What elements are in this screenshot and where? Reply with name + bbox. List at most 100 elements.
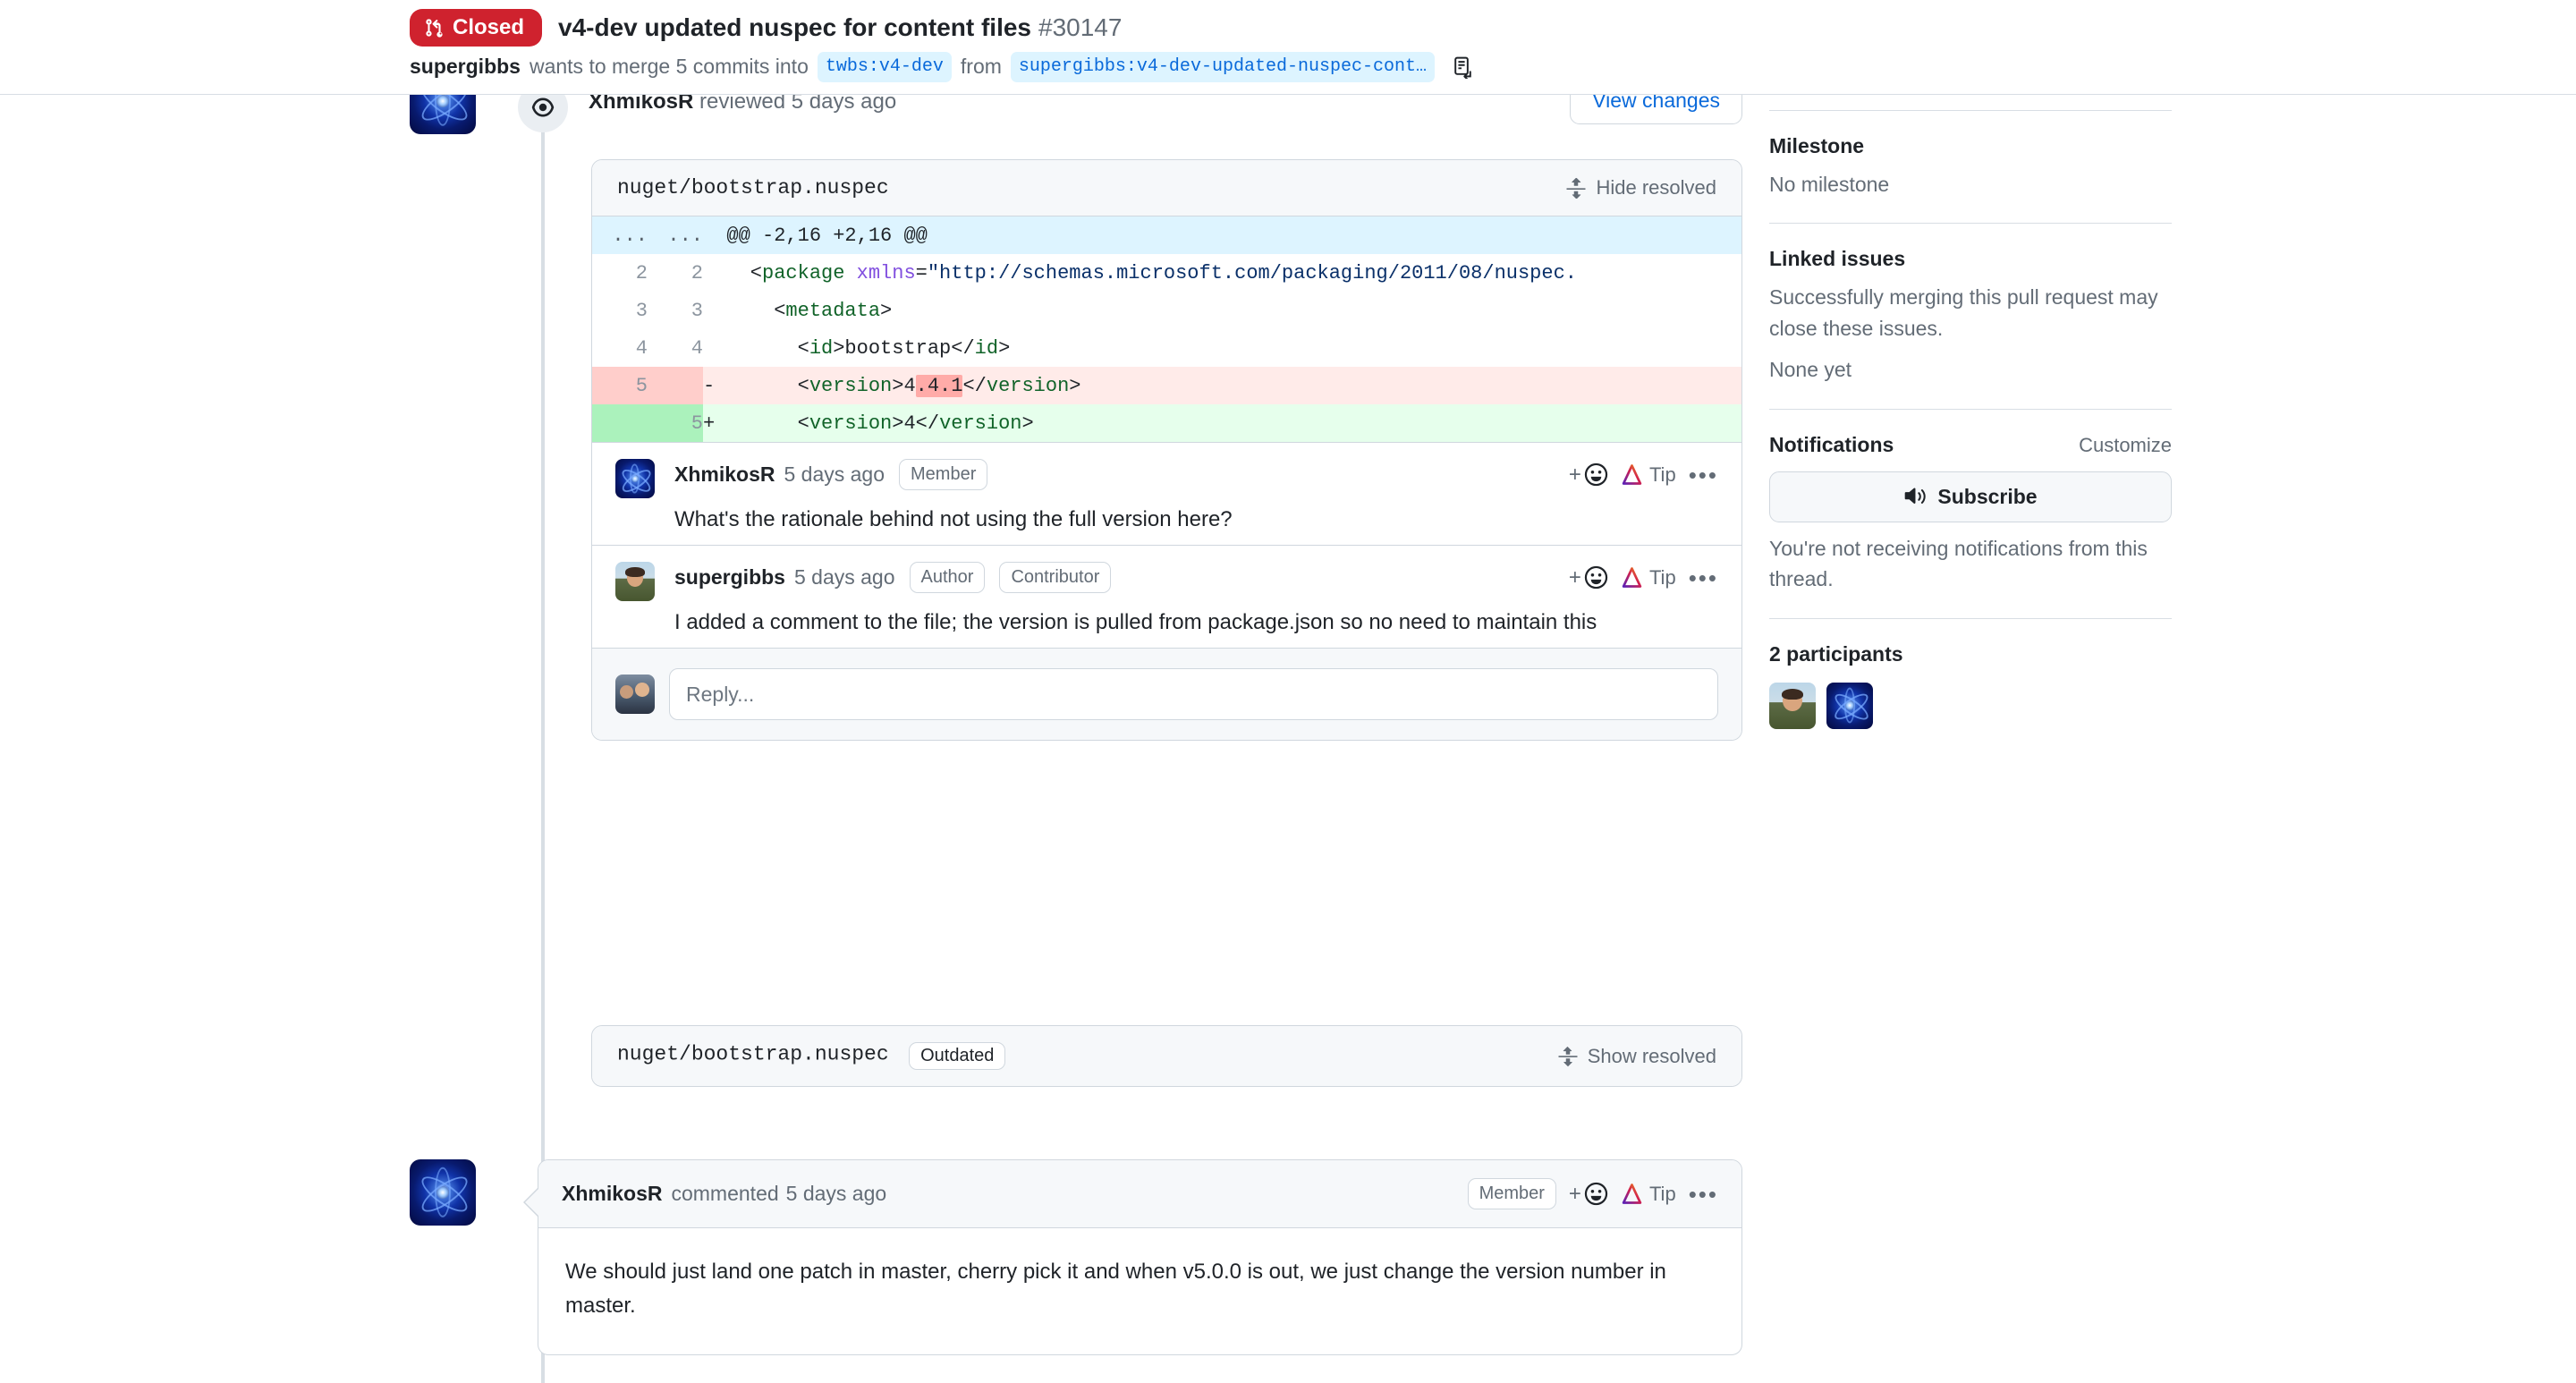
tip-button[interactable]: Tip (1621, 463, 1676, 487)
comment-body: We should just land one patch in master,… (565, 1260, 1666, 1319)
divider (1769, 408, 2172, 410)
comment-body-wrap: supergibbs 5 days ago Author Contributor + Ti… (674, 562, 1741, 639)
participant-avatar[interactable] (1769, 682, 1816, 729)
diff-token: version (939, 412, 1022, 435)
add-reaction-button[interactable]: + (1569, 1182, 1608, 1207)
diff-marker (703, 225, 726, 247)
avatar[interactable] (615, 562, 655, 602)
tip-icon (1622, 567, 1642, 589)
comment-author[interactable]: XhmikosR (674, 462, 775, 487)
comment-actions: + Tip ••• (1569, 462, 1718, 488)
diff-line-number-old: 2 (592, 254, 648, 292)
inline-comment: XhmikosR 5 days ago Member + Tip ••• What's th… (592, 442, 1741, 545)
merge-text-middle: from (960, 55, 1002, 79)
head-branch-chip[interactable]: supergibbs:v4-dev-updated-nuspec-cont… (1010, 52, 1435, 82)
comment-author[interactable]: supergibbs (674, 565, 785, 590)
diff-line-number-old: ... (592, 216, 648, 254)
diff-code: <metadata> (703, 292, 1741, 329)
tip-button[interactable]: Tip (1621, 566, 1676, 590)
comment-time: 5 days ago (784, 462, 886, 486)
comment-text: What's the rationale behind not using th… (674, 507, 1233, 531)
diff-token: < (726, 336, 809, 360)
diff-code: - <version>4.4.1</version> (703, 367, 1741, 404)
diff-token: xmlns (856, 261, 916, 284)
diff-token: < (726, 374, 809, 397)
hide-resolved-label: Hide resolved (1596, 176, 1716, 199)
diff-marker (703, 300, 726, 322)
pr-title-text: v4-dev updated nuspec for content files (558, 13, 1031, 42)
sidebar-linked-issues: Linked issues Successfully merging this … (1769, 247, 2172, 386)
diff-token: < (726, 412, 809, 435)
participant-avatar[interactable] (1826, 682, 1873, 729)
diff-line-number-old: 5 (592, 367, 648, 404)
fold-icon (1558, 1046, 1578, 1066)
diff-line-number-new: 5 (648, 404, 703, 442)
hide-resolved-toggle[interactable]: Hide resolved (1565, 176, 1716, 199)
tip-icon (1622, 1184, 1642, 1204)
page-body: XhmikosR reviewed 5 days ago View change… (0, 50, 2576, 1383)
avatar[interactable] (615, 675, 655, 715)
notifications-title: Notifications (1769, 432, 1894, 456)
comment-header: supergibbs 5 days ago Author Contributor + Ti… (674, 562, 1718, 594)
diff-line-number-old: 3 (592, 292, 648, 329)
comment-actions: Member + Tip ••• (1453, 1178, 1718, 1209)
base-branch-chip[interactable]: twbs:v4-dev (817, 52, 952, 82)
file-path[interactable]: nuget/bootstrap.nuspec (617, 176, 889, 199)
add-reaction-button[interactable]: + (1569, 462, 1608, 488)
tip-button[interactable]: Tip (1621, 1183, 1676, 1206)
role-badge: Contributor (999, 562, 1112, 594)
tip-label: Tip (1648, 1182, 1676, 1205)
comment-time: 5 days ago (793, 565, 895, 590)
pr-header: Closed v4-dev updated nuspec for content… (0, 0, 2576, 95)
diff-token: > (1069, 374, 1081, 397)
linked-issues-description: Successfully merging this pull request m… (1769, 285, 2158, 340)
diff-marker (703, 262, 726, 284)
avatar[interactable] (615, 459, 655, 498)
pr-merge-summary: supergibbs wants to merge 5 commits into… (410, 52, 1474, 82)
reply-input[interactable] (669, 668, 1718, 721)
diff-line-number-new: 3 (648, 292, 703, 329)
customize-link[interactable]: Customize (2079, 434, 2172, 457)
add-reaction-button[interactable]: + (1569, 565, 1608, 590)
comment-author[interactable]: XhmikosR (562, 1182, 662, 1206)
role-badge: Member (899, 459, 988, 490)
diff-line-number-old (592, 404, 648, 442)
more-options-icon[interactable]: ••• (1689, 463, 1718, 487)
reply-zone (592, 648, 1741, 741)
diff-token: >4 (892, 374, 916, 397)
pr-author[interactable]: supergibbs (410, 54, 521, 81)
diff-line-number-old: 4 (592, 329, 648, 367)
subscribe-button[interactable]: Subscribe (1769, 471, 2172, 522)
diff-token (844, 262, 856, 284)
diff-row-ctx: 33 <metadata> (592, 292, 1741, 329)
diff-table: ...... @@ -2,16 +2,16 @@ 2 2 <package xmln… (592, 216, 1741, 442)
diff-line-number-new (648, 367, 703, 404)
speaker-icon (1905, 488, 1927, 504)
sidebar: None yet Milestone No milestone Linked i… (1769, 59, 2172, 729)
divider (1769, 617, 2172, 619)
diff-token: .4.1 (915, 374, 963, 397)
avatar[interactable] (410, 1159, 476, 1226)
diff-token: < (726, 299, 786, 322)
comment-header: XhmikosR 5 days ago Member + Tip ••• (674, 459, 1718, 490)
more-options-icon[interactable]: ••• (1689, 566, 1718, 590)
thread-file-header: nuget/bootstrap.nuspec Hide resolved (592, 160, 1741, 216)
more-options-icon[interactable]: ••• (1689, 1183, 1718, 1206)
outdated-badge: Outdated (909, 1042, 1006, 1070)
copy-branch-icon[interactable] (1451, 55, 1474, 79)
diff-row-del: 5- <version>4.4.1</version> (592, 367, 1741, 404)
participants-title: 2 participants (1769, 641, 1903, 666)
file-path[interactable]: nuget/bootstrap.nuspec (617, 1043, 889, 1066)
linked-issues-value: None yet (1769, 358, 1852, 381)
tip-label: Tip (1648, 462, 1676, 486)
resolved-thread-file-header: nuget/bootstrap.nuspec Outdated Show res… (592, 1026, 1741, 1086)
diff-code: @@ -2,16 +2,16 @@ (703, 216, 1741, 254)
show-resolved-toggle[interactable]: Show resolved (1557, 1045, 1716, 1068)
diff-token: version (809, 412, 893, 435)
plus-icon: + (1568, 462, 1581, 487)
diff-token: id (809, 336, 834, 360)
diff-token: @@ -2,16 +2,16 @@ (726, 224, 928, 247)
comment-time: 5 days ago (785, 1182, 887, 1205)
diff-token: = (915, 261, 928, 284)
page-title: v4-dev updated nuspec for content files #… (558, 13, 1122, 43)
